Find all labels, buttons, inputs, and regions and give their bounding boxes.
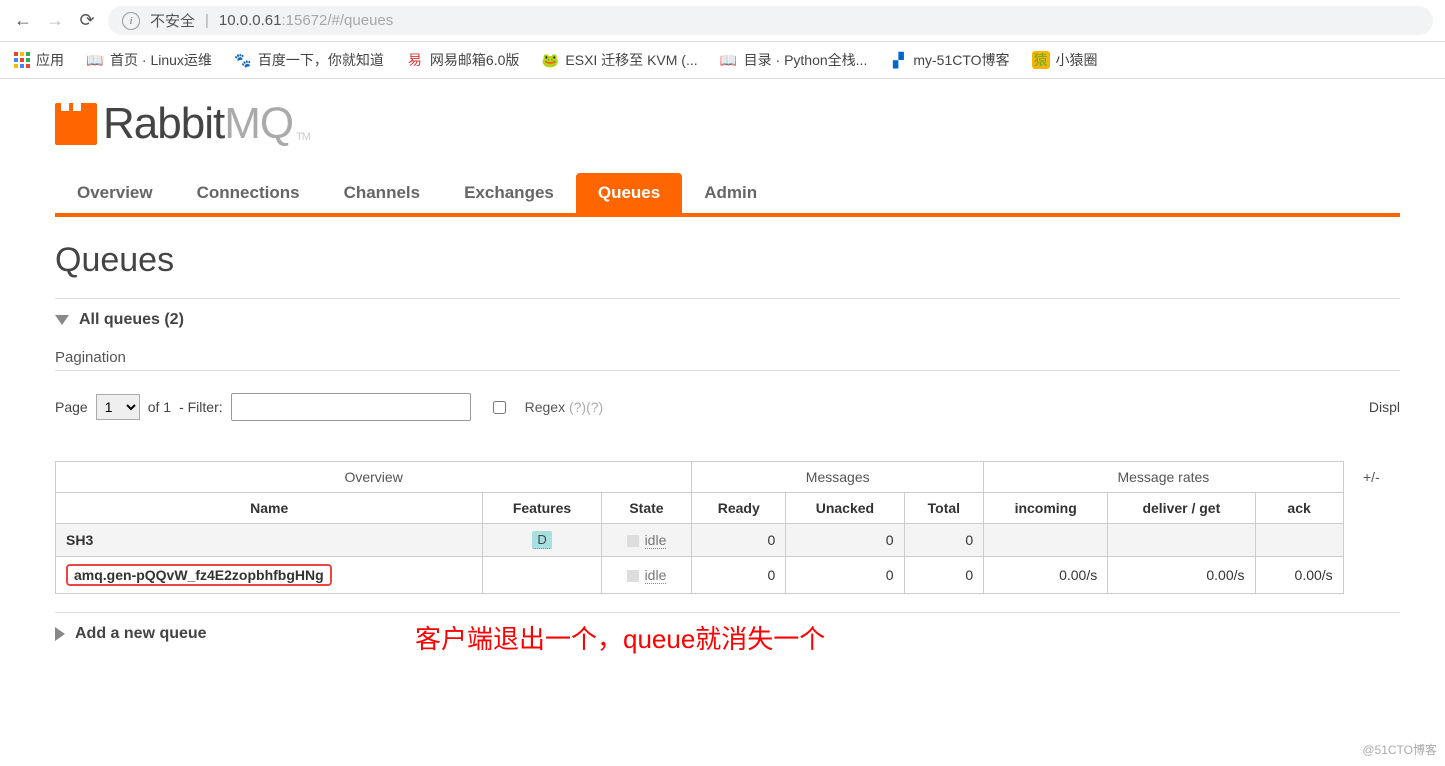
col-group-messages: Messages (692, 462, 984, 493)
state-indicator-icon (627, 535, 639, 547)
separator: | (205, 12, 209, 29)
monkey-icon: 猿 (1032, 51, 1050, 69)
all-queues-toggle[interactable]: All queues (2) (55, 311, 1400, 329)
paw-icon: 🐾 (234, 51, 252, 69)
col-deliver[interactable]: deliver / get (1108, 493, 1255, 524)
col-group-plusminus[interactable]: +/- (1343, 462, 1399, 493)
state-label: idle (645, 567, 667, 584)
info-icon[interactable]: i (122, 12, 140, 30)
cell-ack: 0.00/s (1255, 557, 1343, 594)
annotation-text: 客户端退出一个，queue就消失一个 (415, 619, 825, 656)
tab-connections[interactable]: Connections (175, 173, 322, 213)
bookmark-python[interactable]: 📖目录 · Python全栈... (720, 50, 868, 70)
bookmarks-bar: 应用 📖首页 · Linux运维 🐾百度一下，你就知道 易网易邮箱6.0版 🐸E… (0, 42, 1445, 79)
tab-queues[interactable]: Queues (576, 173, 682, 213)
mail-icon: 易 (406, 51, 424, 69)
page-body: RabbitMQTM Overview Connections Channels… (0, 79, 1445, 675)
nav-forward-button[interactable]: → (44, 10, 66, 31)
page-title: Queues (55, 241, 1400, 280)
display-label: Displ (1369, 399, 1400, 415)
state-indicator-icon (627, 570, 639, 582)
cell-features (483, 557, 601, 594)
col-name[interactable]: Name (56, 493, 483, 524)
cell-ready: 0 (692, 524, 786, 557)
col-unacked[interactable]: Unacked (786, 493, 904, 524)
nav-reload-button[interactable]: ⟳ (76, 10, 98, 31)
main-tabs: Overview Connections Channels Exchanges … (55, 173, 1400, 217)
bookmark-163mail[interactable]: 易网易邮箱6.0版 (406, 50, 519, 70)
cell-deliver: 0.00/s (1108, 557, 1255, 594)
tab-exchanges[interactable]: Exchanges (442, 173, 576, 213)
bookmark-baidu[interactable]: 🐾百度一下，你就知道 (234, 50, 384, 70)
tab-admin[interactable]: Admin (682, 173, 779, 213)
col-group-rates: Message rates (984, 462, 1344, 493)
cell-deliver (1108, 524, 1255, 557)
cell-ready: 0 (692, 557, 786, 594)
bookmark-xiaoyuan[interactable]: 猿小猿圈 (1032, 50, 1098, 70)
rabbitmq-logo: RabbitMQTM (55, 99, 1400, 149)
frog-icon: 🐸 (541, 51, 559, 69)
col-ready[interactable]: Ready (692, 493, 786, 524)
watermark: @51CTO博客 (1362, 741, 1437, 758)
url-host: 10.0.0.61 (219, 12, 282, 29)
col-ack[interactable]: ack (1255, 493, 1343, 524)
regex-label: Regex (?)(?) (525, 399, 604, 415)
col-incoming[interactable]: incoming (984, 493, 1108, 524)
chevron-down-icon (55, 315, 69, 325)
chevron-right-icon (55, 627, 65, 641)
col-total[interactable]: Total (904, 493, 984, 524)
cell-incoming: 0.00/s (984, 557, 1108, 594)
blog-icon: ▞ (889, 51, 907, 69)
rabbit-icon (55, 103, 97, 145)
of-total: of 1 (148, 399, 171, 415)
insecure-label: 不安全 (150, 10, 195, 31)
browser-toolbar: ← → ⟳ i 不安全 | 10.0.0.61:15672/#/queues (0, 0, 1445, 42)
table-row: SH3 D idle 0 0 0 (56, 524, 1400, 557)
filter-input[interactable] (231, 393, 471, 421)
regex-checkbox[interactable] (493, 401, 506, 414)
table-row: amq.gen-pQQvW_fz4E2zopbhfbgHNg idle 0 0 … (56, 557, 1400, 594)
bookmark-esxi[interactable]: 🐸ESXI 迁移至 KVM (... (541, 50, 697, 70)
cell-unacked: 0 (786, 557, 904, 594)
page-select[interactable]: 1 (96, 394, 140, 420)
pagination-label: Pagination (55, 349, 1400, 366)
apps-icon (14, 52, 30, 68)
nav-back-button[interactable]: ← (12, 10, 34, 31)
apps-button[interactable]: 应用 (14, 50, 64, 70)
url-path: :15672/#/queues (281, 12, 393, 29)
col-state: State (601, 493, 692, 524)
tab-channels[interactable]: Channels (322, 173, 443, 213)
section-all-queues: All queues (2) Pagination Page 1 of 1 - … (55, 298, 1400, 655)
queue-link[interactable]: SH3 (66, 532, 93, 548)
cell-unacked: 0 (786, 524, 904, 557)
state-label: idle (645, 532, 667, 549)
book-icon: 📖 (86, 51, 104, 69)
filter-label: - Filter: (179, 399, 223, 415)
feature-durable-badge: D (532, 531, 551, 549)
cell-ack (1255, 524, 1343, 557)
book-icon: 📖 (720, 51, 738, 69)
bookmark-51cto[interactable]: ▞my-51CTO博客 (889, 50, 1009, 70)
queue-link[interactable]: amq.gen-pQQvW_fz4E2zopbhfbgHNg (66, 564, 332, 586)
page-label: Page (55, 399, 88, 415)
cell-incoming (984, 524, 1108, 557)
address-bar[interactable]: i 不安全 | 10.0.0.61:15672/#/queues (108, 6, 1433, 35)
cell-total: 0 (904, 557, 984, 594)
pagination-controls: Page 1 of 1 - Filter: Regex (?)(?) Displ (55, 393, 1400, 421)
tab-overview[interactable]: Overview (55, 173, 175, 213)
col-group-overview: Overview (56, 462, 692, 493)
cell-total: 0 (904, 524, 984, 557)
col-features: Features (483, 493, 601, 524)
queues-table: Overview Messages Message rates +/- Name… (55, 461, 1400, 594)
bookmark-linux[interactable]: 📖首页 · Linux运维 (86, 50, 212, 70)
